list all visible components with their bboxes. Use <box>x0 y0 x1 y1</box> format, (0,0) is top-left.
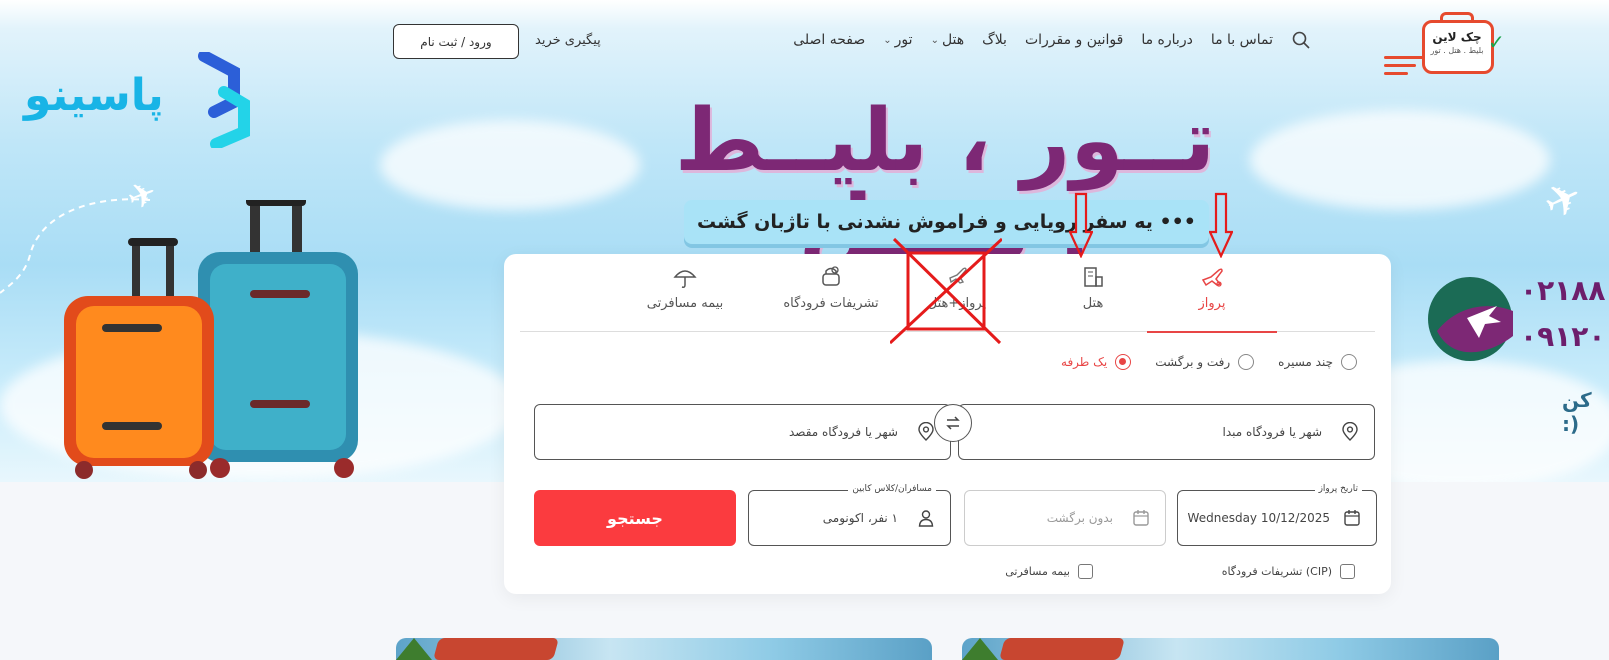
location-pin-icon <box>918 422 934 441</box>
annotation-cross-out <box>890 237 1002 345</box>
promo-banner[interactable] <box>396 638 932 660</box>
radio-round-trip[interactable]: رفت و برگشت <box>1155 354 1255 370</box>
radio-dot <box>1115 354 1132 370</box>
tab-hotel-label: هتل <box>1082 296 1104 311</box>
phone-number-2: ۰۹۱۲۰ <box>1520 320 1606 353</box>
tab-travel-insurance[interactable]: بیمه مسافرتی <box>620 264 750 332</box>
login-register-button[interactable]: ورود / ثبت نام <box>393 24 519 59</box>
nav-rules-label: قوانین و مقررات <box>1024 32 1124 48</box>
cip-checkbox[interactable]: تشریفات فرودگاه (CIP) <box>1222 564 1355 579</box>
annotation-arrow-down <box>1209 192 1233 258</box>
departure-date-field[interactable]: تاریخ پرواز Wednesday 10/12/2025 <box>1177 484 1377 546</box>
hotel-icon <box>1084 267 1103 287</box>
cip-label: تشریفات فرودگاه (CIP) <box>1221 565 1332 578</box>
tab-hotel[interactable]: هتل <box>1028 264 1158 332</box>
nav-hotel[interactable]: هتل ⌄ <box>931 32 965 48</box>
departure-date-label: تاریخ پرواز <box>1314 484 1362 494</box>
radio-multi-city[interactable]: چند مسیره <box>1278 354 1357 370</box>
radio-dot <box>1341 354 1357 370</box>
tab-flight-label: پرواز <box>1198 296 1226 311</box>
tab-airport-service[interactable]: تشریفات فرودگاه <box>766 264 896 332</box>
flight-icon <box>1201 268 1223 287</box>
origin-field[interactable]: شهر یا فرودگاه مبدا <box>958 404 1375 460</box>
radio-round-trip-label: رفت و برگشت <box>1155 355 1231 369</box>
partner-logo-mark <box>198 52 250 148</box>
chevron-down-icon: ⌄ <box>930 34 939 46</box>
return-date-placeholder: بدون برگشت <box>1046 511 1113 525</box>
brand-logo[interactable]: چک لاین بلیط . هتل . تور ✓ <box>1384 12 1505 75</box>
checkbox-box <box>1340 564 1355 579</box>
tab-travel-insurance-label: بیمه مسافرتی <box>646 296 724 311</box>
main-menu: صفحه اصلی تور ⌄ هتل ⌄ بلاگ قوانین و مقررات… <box>793 30 1311 50</box>
nav-home-label: صفحه اصلی <box>793 32 866 48</box>
call-us-text: کن :) <box>1562 388 1592 436</box>
swap-icon <box>946 416 960 430</box>
swap-button[interactable] <box>934 404 972 442</box>
phone-number-1: ۰۲۱۸۸ <box>1520 274 1606 307</box>
logo-title: چک لاین <box>1432 30 1482 44</box>
departure-date-value: Wednesday 10/12/2025 <box>1187 511 1330 525</box>
calendar-icon <box>1133 510 1149 526</box>
nav-blog[interactable]: بلاگ <box>982 32 1007 48</box>
chevron-down-icon: ⌄ <box>883 34 892 46</box>
banner-decoration <box>433 638 559 660</box>
tab-airport-service-label: تشریفات فرودگاه <box>783 296 879 311</box>
nav-tour-label: تور <box>894 32 913 48</box>
nav-tour[interactable]: تور ⌄ <box>883 32 912 48</box>
calendar-icon <box>1344 510 1360 526</box>
passengers-label: مسافران/کلاس کابین <box>848 484 936 494</box>
radio-one-way-label: یک طرفه <box>1061 355 1108 369</box>
passengers-field[interactable]: مسافران/کلاس کابین ۱ نفر، اکونومی <box>748 484 951 546</box>
nav-blog-label: بلاگ <box>982 32 1007 48</box>
checkbox-box <box>1078 564 1093 579</box>
radio-dot <box>1238 354 1255 370</box>
origin-placeholder: شهر یا فرودگاه مبدا <box>1222 425 1322 439</box>
order-tracking-link[interactable]: پیگیری خرید <box>535 33 601 48</box>
nav-about-label: درباره ما <box>1141 32 1193 48</box>
promo-banner[interactable] <box>962 638 1499 660</box>
search-button[interactable]: جستجو <box>534 490 736 546</box>
nav-contact[interactable]: تماس با ما <box>1211 32 1273 48</box>
tab-flight[interactable]: پرواز <box>1147 264 1277 333</box>
partner-logo: پاسینو <box>24 52 254 148</box>
logo-subtitle: بلیط . هتل . تور <box>1430 46 1484 55</box>
location-pin-icon <box>1342 422 1358 441</box>
nav-rules[interactable]: قوانین و مقررات <box>1025 32 1123 48</box>
insurance-checkbox[interactable]: بیمه مسافرتی <box>1005 564 1093 579</box>
destination-field[interactable]: شهر یا فرودگاه مقصد <box>534 404 951 460</box>
banner-decoration <box>999 638 1125 660</box>
umbrella-icon <box>673 270 697 288</box>
search-icon[interactable] <box>1291 30 1311 50</box>
airport-service-icon <box>822 266 840 286</box>
return-date-field[interactable]: بدون برگشت <box>964 490 1166 546</box>
partner-logo-text: پاسینو <box>24 70 165 121</box>
check-icon: ✓ <box>1488 30 1505 54</box>
nav-about[interactable]: درباره ما <box>1141 32 1192 48</box>
annotation-arrow-down <box>1069 192 1093 258</box>
passengers-value: ۱ نفر، اکونومی <box>822 511 898 525</box>
nav-home[interactable]: صفحه اصلی <box>793 32 865 48</box>
nav-contact-label: تماس با ما <box>1210 32 1273 48</box>
suitcases-illustration <box>64 200 358 479</box>
contact-logo <box>1428 277 1513 361</box>
nav-hotel-label: هتل <box>941 32 965 48</box>
trip-type-radios: یک طرفه رفت و برگشت چند مسیره <box>1061 354 1357 370</box>
radio-one-way[interactable]: یک طرفه <box>1061 354 1132 370</box>
user-icon <box>918 510 934 527</box>
radio-multi-city-label: چند مسیره <box>1278 355 1333 369</box>
destination-placeholder: شهر یا فرودگاه مقصد <box>788 425 898 439</box>
insurance-label: بیمه مسافرتی <box>1005 565 1070 578</box>
